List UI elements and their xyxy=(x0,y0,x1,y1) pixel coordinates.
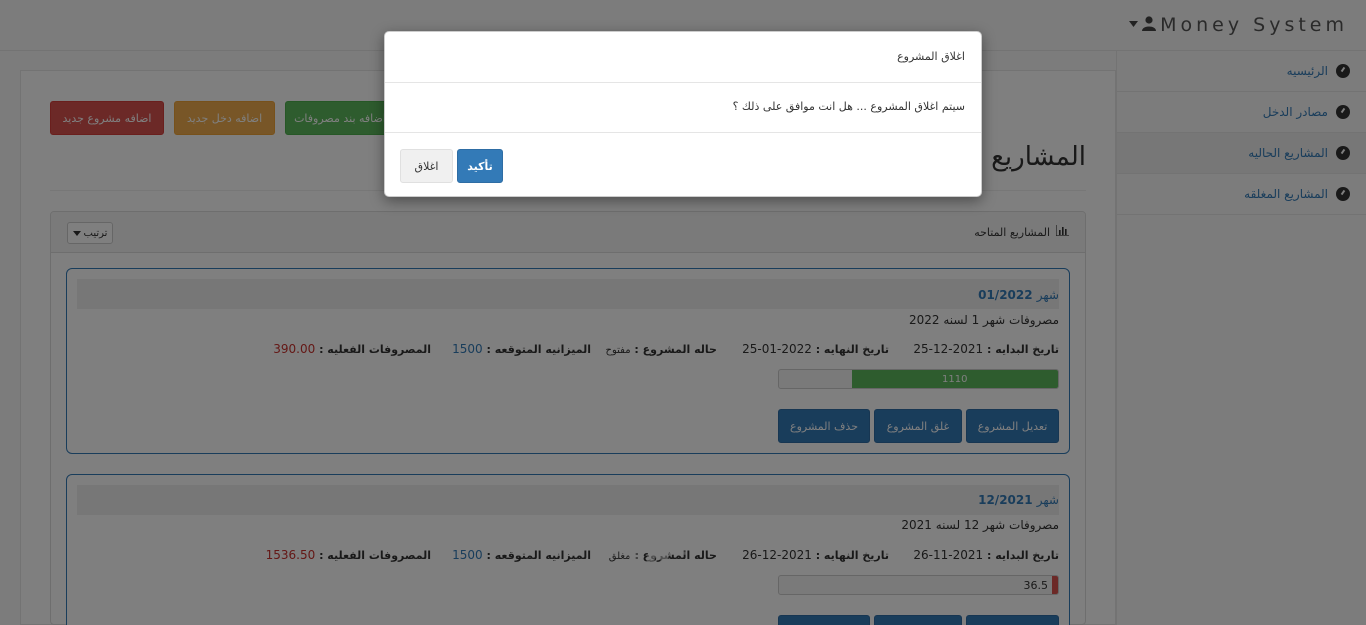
dialog-message: سيتم اغلاق المشروع ... هل انت موافق على … xyxy=(732,100,965,113)
dialog-body: سيتم اغلاق المشروع ... هل انت موافق على … xyxy=(385,83,981,133)
close-dialog-button[interactable]: اغلاق xyxy=(400,149,453,183)
dialog-title: اغلاق المشروع xyxy=(897,50,965,63)
close-project-dialog: اغلاق المشروع سيتم اغلاق المشروع ... هل … xyxy=(384,31,982,197)
confirm-button[interactable]: تأكيد xyxy=(457,149,503,183)
dialog-header: اغلاق المشروع xyxy=(385,32,981,83)
